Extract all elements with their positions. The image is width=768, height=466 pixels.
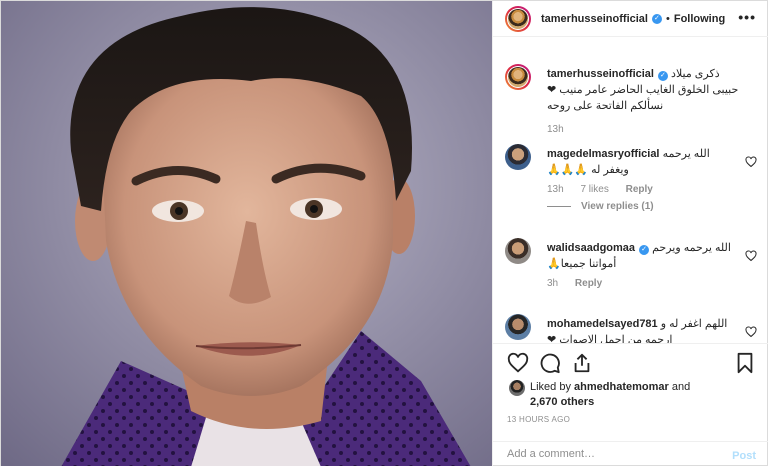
more-options-icon[interactable]: ••• — [738, 9, 756, 25]
post-header: tamerhusseinofficial ✓ • Following ••• — [493, 1, 768, 37]
following-button[interactable]: Following — [674, 13, 725, 25]
view-replies-label: View replies (1) — [581, 201, 654, 212]
heart-icon[interactable] — [745, 326, 757, 338]
comment-username[interactable]: walidsaadgomaa — [547, 242, 635, 254]
caption-time[interactable]: 13h — [547, 124, 564, 135]
like-heart-icon[interactable] — [507, 352, 529, 374]
post-details-panel: tamerhusseinofficial ✓ • Following ••• t… — [492, 1, 768, 466]
separator-dot: • — [665, 12, 670, 25]
view-replies-button[interactable]: View replies (1) — [547, 201, 733, 212]
verified-badge-icon: ✓ — [639, 245, 650, 255]
heart-icon[interactable] — [745, 156, 757, 168]
comment-username[interactable]: mohamedelsayed781 — [547, 318, 658, 330]
add-comment-bar: Post — [493, 441, 768, 466]
comment-username[interactable]: magedelmasryofficial — [547, 148, 660, 160]
comment-input[interactable] — [507, 448, 707, 460]
comment-icon[interactable] — [539, 352, 561, 374]
heart-icon[interactable] — [745, 250, 757, 262]
replies-line — [547, 206, 571, 207]
commenter-avatar[interactable] — [505, 144, 531, 170]
post-photo[interactable] — [1, 1, 492, 466]
likes-and: and — [671, 381, 691, 393]
reply-button[interactable]: Reply — [626, 184, 653, 195]
comments-list[interactable]: tamerhusseinofficial ✓ ذكرى ميلاد حبيبى ا… — [493, 38, 768, 343]
author-username[interactable]: tamerhusseinofficial — [541, 13, 648, 25]
post-comment-button[interactable]: Post — [732, 450, 756, 462]
reply-button[interactable]: Reply — [575, 278, 602, 289]
bookmark-icon[interactable] — [734, 352, 756, 374]
caption-username[interactable]: tamerhusseinofficial — [547, 68, 654, 80]
commenter-avatar[interactable] — [505, 238, 531, 264]
verified-badge-icon: ✓ — [657, 71, 668, 81]
caption-author-avatar[interactable] — [505, 64, 531, 90]
liker-username[interactable]: ahmedhatemomar — [574, 381, 669, 393]
post-timestamp[interactable]: 13 HOURS AGO — [507, 415, 570, 424]
share-icon[interactable] — [571, 352, 593, 374]
post-actions — [493, 343, 768, 383]
likes-summary: Liked by ahmedhatemomar and 2,670 others — [493, 378, 768, 418]
likes-others-link[interactable]: 2,670 others — [530, 396, 594, 408]
comment-time[interactable]: 3h — [547, 278, 558, 289]
comment-likes[interactable]: 7 likes — [580, 184, 608, 195]
portrait-image — [1, 1, 492, 466]
commenter-avatar[interactable] — [505, 314, 531, 340]
likes-prefix: Liked by — [530, 381, 571, 393]
instagram-post: tamerhusseinofficial ✓ • Following ••• t… — [0, 0, 768, 466]
liker-avatar[interactable] — [509, 380, 525, 396]
comment-time[interactable]: 13h — [547, 184, 564, 195]
author-avatar[interactable] — [505, 5, 531, 32]
verified-badge-icon: ✓ — [651, 13, 662, 24]
